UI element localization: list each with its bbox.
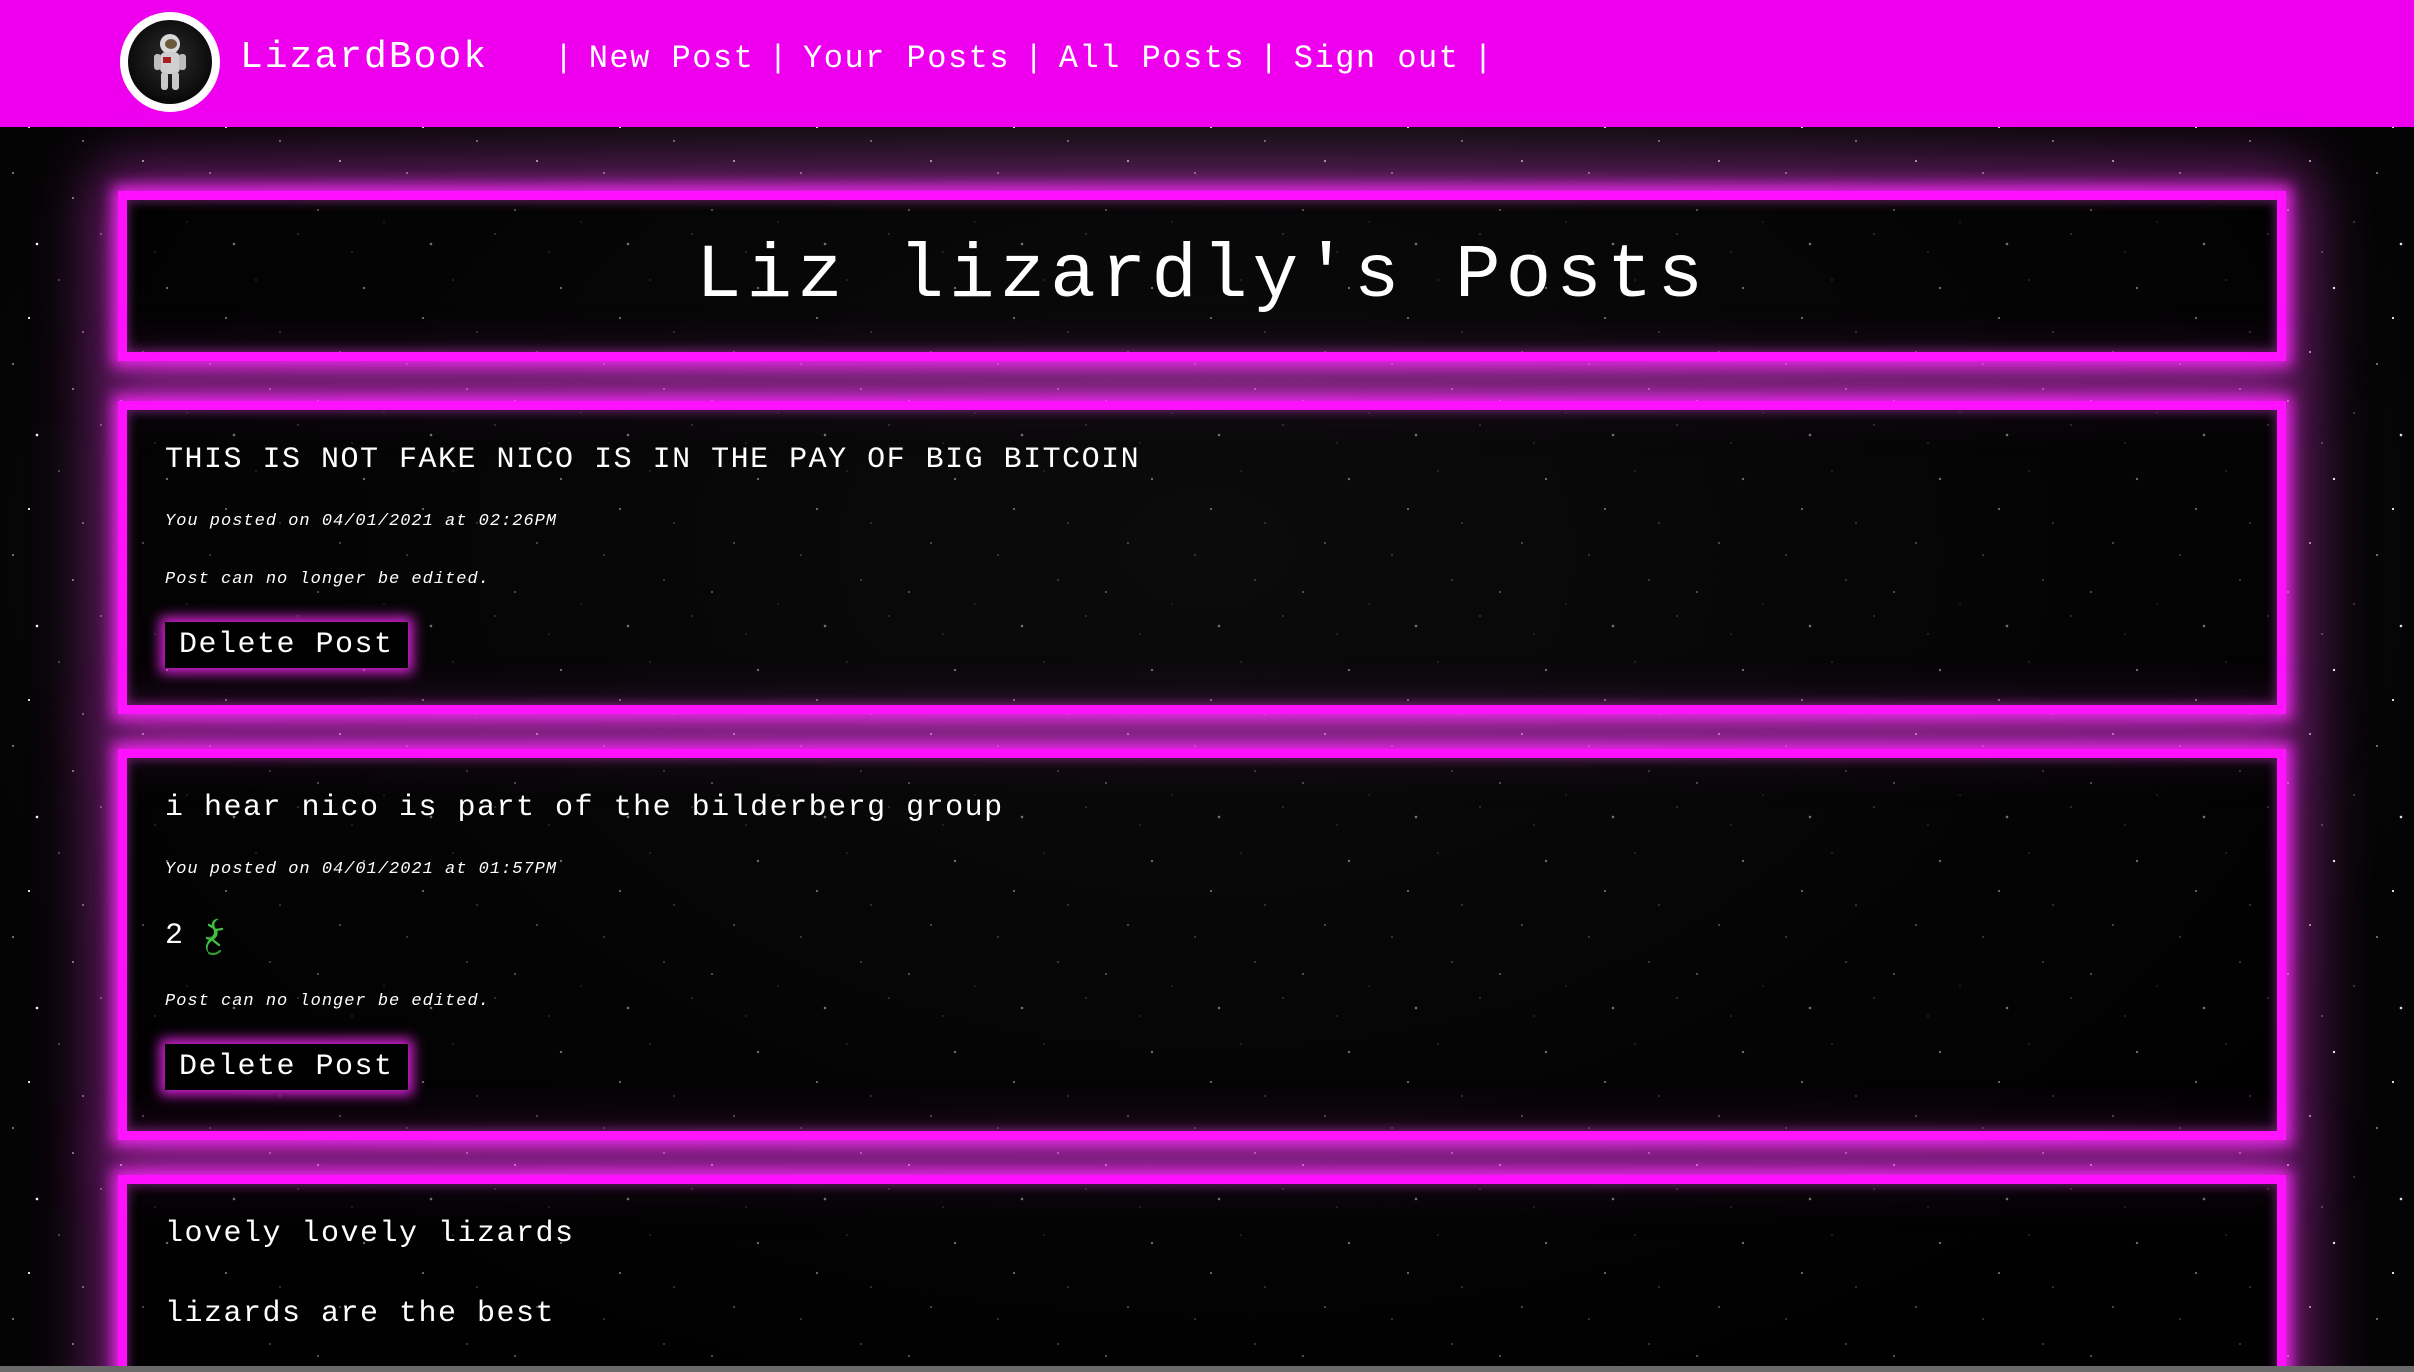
- nav-link-all-posts[interactable]: All Posts: [1059, 40, 1245, 77]
- window-bottom-edge: [0, 1366, 2414, 1372]
- lizard-icon[interactable]: [195, 916, 231, 956]
- post-card: THIS IS NOT FAKE NICO IS IN THE PAY OF B…: [118, 401, 2286, 714]
- navbar: LizardBook | New Post | Your Posts | All…: [0, 0, 2414, 127]
- astronaut-icon: [128, 20, 212, 104]
- post-timestamp: You posted on 04/01/2021 at 01:57PM: [165, 860, 558, 879]
- post-card: lovely lovely lizards lizards are the be…: [118, 1175, 2286, 1372]
- post-title: THIS IS NOT FAKE NICO IS IN THE PAY OF B…: [165, 443, 1141, 477]
- nav-link-new-post[interactable]: New Post: [589, 40, 755, 77]
- nav-separator: |: [554, 40, 575, 77]
- nav-separator: |: [1024, 40, 1045, 77]
- brand-link[interactable]: LizardBook: [240, 36, 488, 79]
- post-likes: 2: [165, 916, 2277, 956]
- post-timestamp: You posted on 04/01/2021 at 02:26PM: [165, 512, 558, 531]
- nav-separator: |: [1259, 40, 1280, 77]
- nav-separator: |: [768, 40, 790, 77]
- nav-link-sign-out[interactable]: Sign out: [1294, 40, 1460, 77]
- post-body: lizards are the best: [165, 1297, 556, 1331]
- nav-link-your-posts[interactable]: Your Posts: [803, 40, 1010, 77]
- scrollbar-track[interactable]: [2396, 127, 2414, 1372]
- post-card: i hear nico is part of the bilderberg gr…: [118, 749, 2286, 1140]
- post-title: lovely lovely lizards: [165, 1217, 575, 1251]
- nav-links: | New Post | Your Posts | All Posts | Si…: [540, 40, 1508, 77]
- like-count: 2: [165, 919, 184, 953]
- post-edit-notice: Post can no longer be edited.: [165, 570, 490, 589]
- post-title: i hear nico is part of the bilderberg gr…: [165, 791, 1004, 825]
- page-title: Liz lizardly's Posts: [695, 233, 1709, 319]
- delete-post-button[interactable]: Delete Post: [165, 1044, 408, 1090]
- astronaut-avatar-logo[interactable]: [120, 12, 220, 112]
- nav-separator: |: [1473, 40, 1495, 77]
- post-edit-notice: Post can no longer be edited.: [165, 992, 490, 1011]
- delete-post-button[interactable]: Delete Post: [165, 622, 408, 668]
- page-title-panel: Liz lizardly's Posts: [118, 191, 2286, 361]
